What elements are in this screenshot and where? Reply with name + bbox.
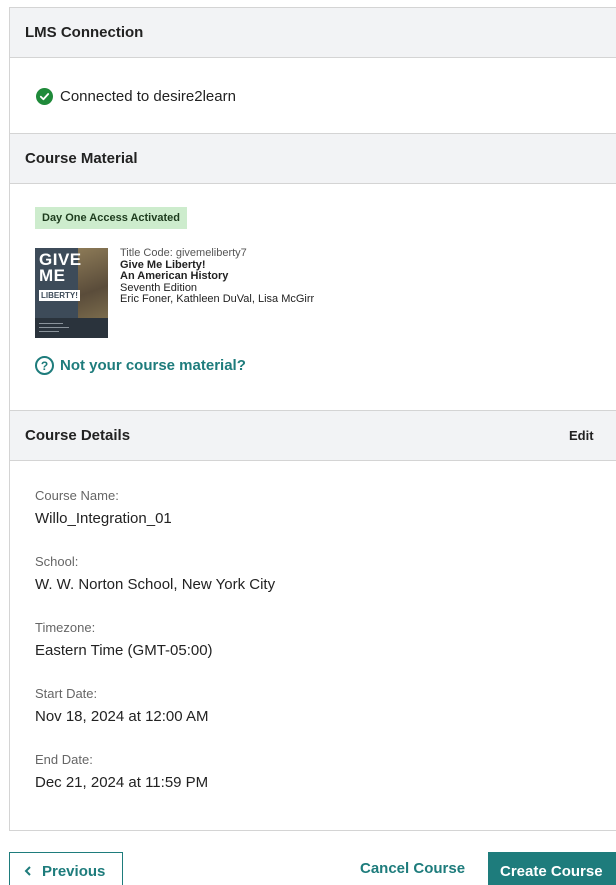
check-circle-icon xyxy=(36,88,53,105)
lms-connection-header: LMS Connection xyxy=(10,8,616,58)
course-material-panel: Course Material Day One Access Activated… xyxy=(9,134,616,411)
cover-subtitle: LIBERTY! xyxy=(39,290,80,301)
cancel-course-button[interactable]: Cancel Course xyxy=(360,860,465,877)
school-field: School: W. W. Norton School, New York Ci… xyxy=(35,554,276,593)
previous-button[interactable]: Previous xyxy=(9,852,123,885)
book-info: Title Code: givemeliberty7 Give Me Liber… xyxy=(120,247,315,306)
not-your-course-material-link[interactable]: ? Not your course material? xyxy=(35,356,246,375)
course-details-title: Course Details xyxy=(25,427,131,444)
lms-connection-panel: LMS Connection Connected to desire2learn xyxy=(9,7,616,134)
lms-connection-title: LMS Connection xyxy=(25,24,144,41)
title-code: givemeliberty7 xyxy=(175,247,247,259)
start-date-field: Start Date: Nov 18, 2024 at 12:00 AM xyxy=(35,686,209,725)
previous-button-label: Previous xyxy=(42,862,106,880)
day-one-access-badge: Day One Access Activated xyxy=(35,207,187,229)
title-code-row: Title Code: givemeliberty7 xyxy=(120,247,247,259)
not-your-course-material-text: Not your course material? xyxy=(60,357,246,374)
cover-title: GIVE ME xyxy=(39,250,82,285)
chevron-left-icon xyxy=(24,866,31,876)
book-authors: Eric Foner, Kathleen DuVal, Lisa McGirr xyxy=(120,293,315,305)
cover-art xyxy=(78,248,108,318)
course-details-header: Course Details Edit xyxy=(10,411,616,461)
book-cover-image: GIVE ME LIBERTY! xyxy=(35,248,108,338)
end-date-field: End Date: Dec 21, 2024 at 11:59 PM xyxy=(35,752,209,791)
course-details-panel: Course Details Edit Course Name: Willo_I… xyxy=(9,411,616,831)
question-circle-icon: ? xyxy=(35,356,54,375)
connection-status-text: Connected to desire2learn xyxy=(60,88,236,105)
timezone-field: Timezone: Eastern Time (GMT-05:00) xyxy=(35,620,213,659)
cover-author-band xyxy=(35,318,108,338)
connection-status: Connected to desire2learn xyxy=(36,88,236,105)
course-name-field: Course Name: Willo_Integration_01 xyxy=(35,488,172,527)
book-subtitle: An American History xyxy=(120,270,229,282)
edit-button[interactable]: Edit xyxy=(569,428,594,443)
course-material-title: Course Material xyxy=(25,150,138,167)
course-material-header: Course Material xyxy=(10,134,616,184)
create-course-button[interactable]: Create Course xyxy=(488,852,616,885)
